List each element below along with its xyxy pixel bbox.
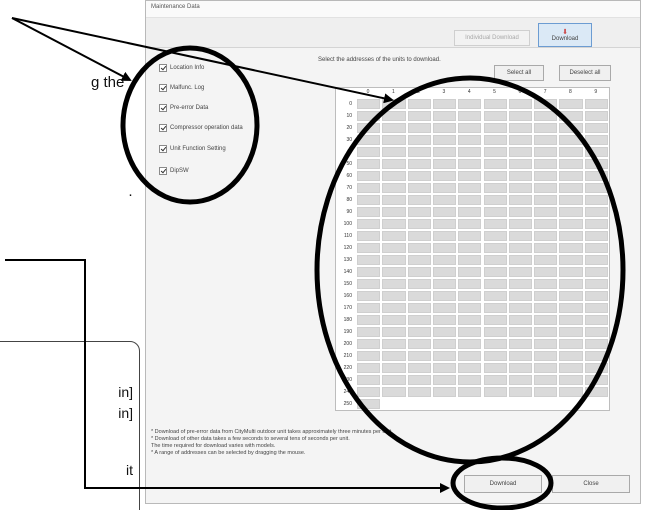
annotation-overlay (5, 17, 626, 510)
download-highlight-ellipse (450, 455, 554, 510)
arrow-to-options (11, 17, 132, 81)
options-highlight-ellipse (120, 45, 260, 205)
arrow-to-grid (11, 17, 394, 104)
connector-to-download (5, 259, 450, 493)
grid-highlight-ellipse (314, 75, 626, 465)
